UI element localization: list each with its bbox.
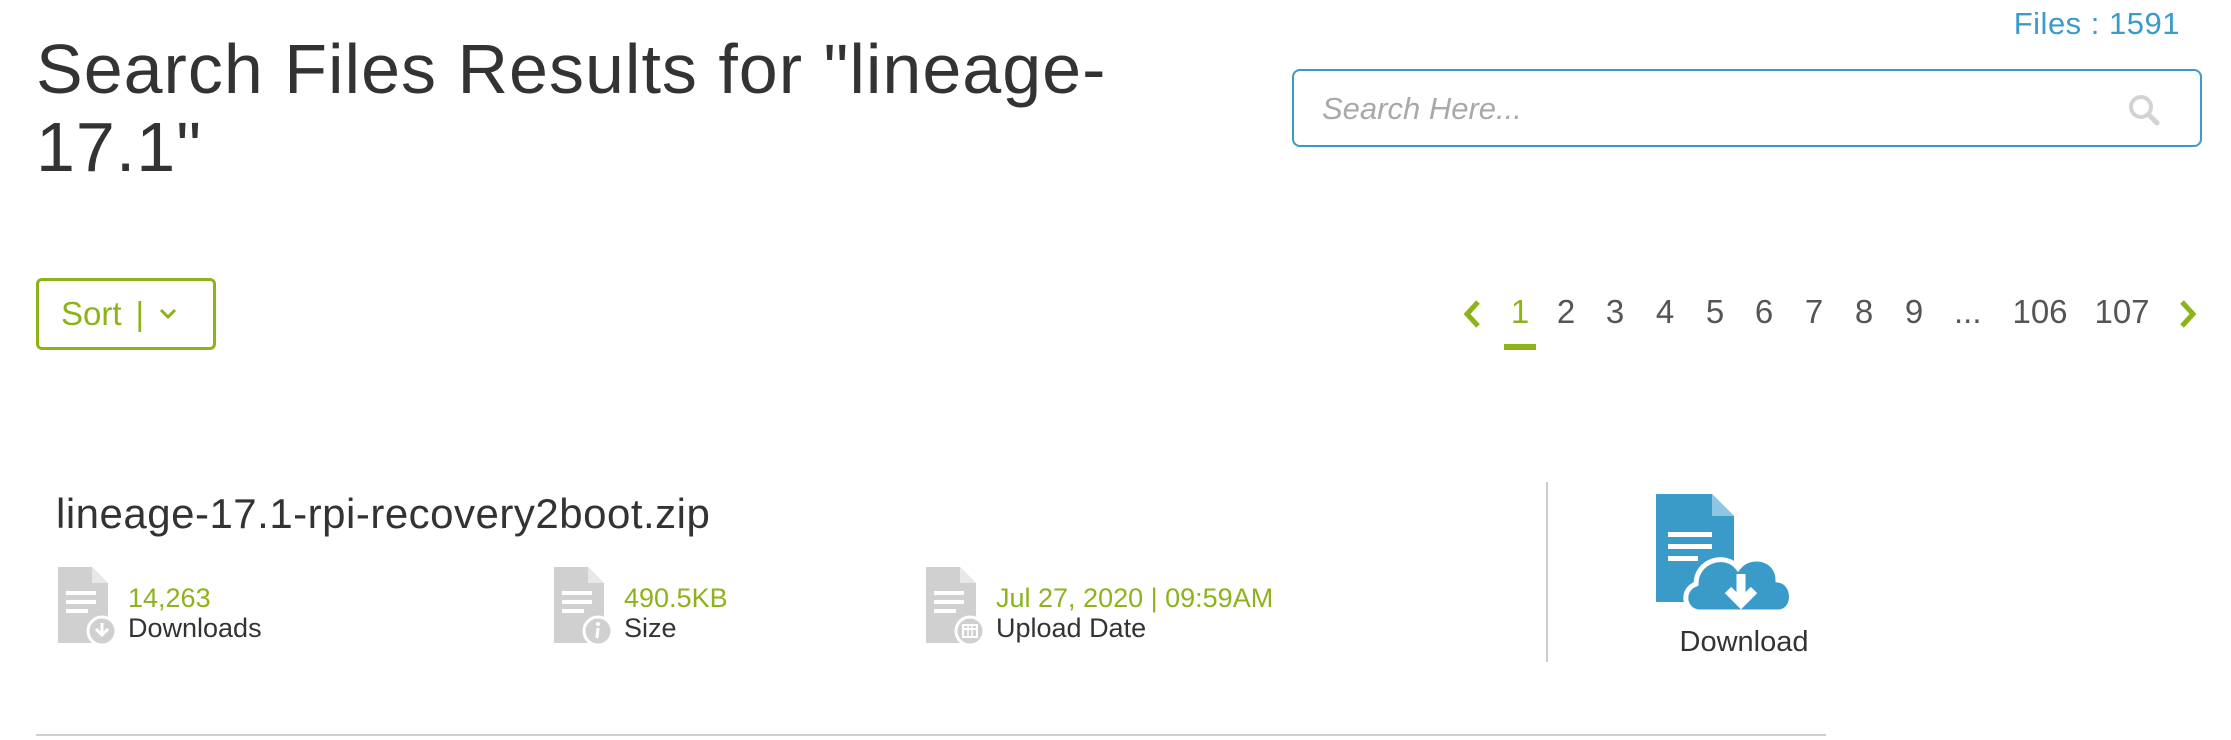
page-1[interactable]: 1 <box>1504 290 1536 350</box>
file-calendar-icon <box>926 567 984 647</box>
download-button[interactable]: Download <box>1644 480 1844 670</box>
file-name[interactable]: lineage-17.1-rpi-recovery2boot.zip <box>56 490 710 538</box>
downloads-value: 14,263 <box>128 583 211 613</box>
horizontal-divider <box>36 734 1826 736</box>
size-label: Size <box>624 613 677 643</box>
page-title: Search Files Results for "lineage-17.1" <box>36 30 1107 186</box>
download-label: Download <box>1679 626 1809 658</box>
size-value: 490.5KB <box>624 583 728 613</box>
pagination: 1 2 3 4 5 6 7 8 9 ... 106 107 <box>1460 290 2200 350</box>
page-ellipsis: ... <box>1954 293 1982 330</box>
page-9[interactable]: 9 <box>1904 290 1924 334</box>
page-5[interactable]: 5 <box>1705 290 1725 334</box>
search-icon[interactable] <box>2128 94 2160 126</box>
result-card: lineage-17.1-rpi-recovery2boot.zip 14,26… <box>36 480 1826 740</box>
meta-upload-date: Jul 27, 2020 | 09:59AM Upload Date <box>924 565 1344 651</box>
page-8[interactable]: 8 <box>1854 290 1874 334</box>
vertical-divider <box>1546 482 1548 662</box>
page-7[interactable]: 7 <box>1804 290 1824 334</box>
sort-button[interactable]: Sort | <box>36 278 216 350</box>
page-107[interactable]: 107 <box>2094 290 2150 334</box>
chevron-down-icon <box>160 308 177 320</box>
page-6[interactable]: 6 <box>1754 290 1774 334</box>
page-4[interactable]: 4 <box>1655 290 1675 334</box>
file-info-icon <box>554 567 612 647</box>
page-106[interactable]: 106 <box>2012 290 2068 334</box>
sort-label: Sort <box>61 295 122 332</box>
upload-date-value: Jul 27, 2020 | 09:59AM <box>996 583 1274 613</box>
page-2[interactable]: 2 <box>1556 290 1576 334</box>
chevron-left-icon[interactable] <box>1460 296 1484 332</box>
file-download-icon <box>58 567 116 647</box>
meta-downloads: 14,263 Downloads <box>56 565 356 651</box>
cloud-download-icon <box>1656 494 1794 615</box>
sort-separator: | <box>135 295 145 332</box>
page-3[interactable]: 3 <box>1605 290 1625 334</box>
upload-date-label: Upload Date <box>996 613 1147 643</box>
search-box <box>1292 69 2202 147</box>
meta-size: 490.5KB Size <box>552 565 852 651</box>
search-input[interactable] <box>1320 71 2104 147</box>
downloads-label: Downloads <box>128 613 262 643</box>
chevron-right-icon[interactable] <box>2176 296 2200 332</box>
files-count: Files : 1591 <box>2013 6 2180 41</box>
